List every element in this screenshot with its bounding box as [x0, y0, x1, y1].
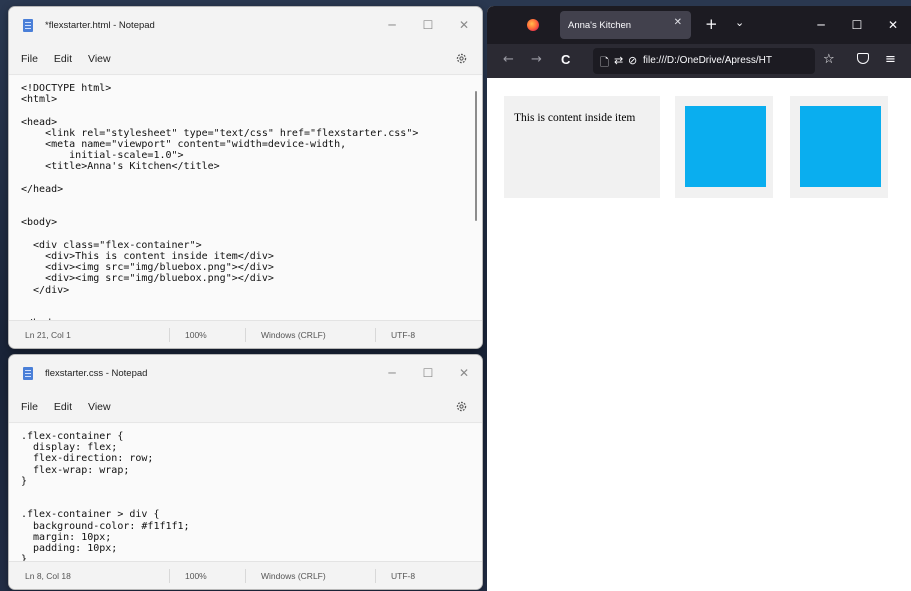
- maximize-icon[interactable]: ☐: [839, 6, 875, 44]
- window-title: *flexstarter.html - Notepad: [45, 19, 155, 31]
- cursor-position: Ln 21, Col 1: [25, 330, 71, 340]
- permissions-icon[interactable]: ⇄: [614, 54, 623, 67]
- close-icon[interactable]: ✕: [446, 7, 482, 43]
- menu-view[interactable]: View: [80, 53, 119, 65]
- tab-close-icon[interactable]: ✕: [674, 17, 682, 28]
- page-icon: 🗋: [600, 56, 609, 69]
- page-viewport: This is content inside item: [487, 78, 911, 591]
- firefox-logo-icon[interactable]: [527, 19, 539, 31]
- firefox-window: Anna's Kitchen ✕ + ⌄ ─ ☐ ✕ ← → C 🗋 ⇄ ⊘ f…: [487, 6, 911, 591]
- zoom-level: 100%: [185, 330, 207, 340]
- item-text: This is content inside item: [514, 112, 636, 124]
- text-editor[interactable]: .flex-container { display: flex; flex-di…: [9, 424, 482, 565]
- window-title: flexstarter.css - Notepad: [45, 367, 148, 379]
- minimize-icon[interactable]: ─: [803, 6, 839, 44]
- line-ending: Windows (CRLF): [261, 330, 326, 340]
- status-bar: Ln 8, Col 18 100% Windows (CRLF) UTF-8: [9, 561, 482, 589]
- cursor-position: Ln 8, Col 18: [25, 571, 71, 581]
- notepad-app-icon: [23, 366, 33, 380]
- window-controls: ─ ☐ ✕: [374, 7, 482, 43]
- url-bar[interactable]: 🗋 ⇄ ⊘ file:///D:/OneDrive/Apress/HT: [593, 48, 815, 74]
- tab-strip: Anna's Kitchen ✕ + ⌄ ─ ☐ ✕: [487, 6, 911, 44]
- status-divider: [169, 328, 170, 342]
- reload-icon[interactable]: C: [561, 52, 570, 67]
- menu-view[interactable]: View: [80, 401, 119, 413]
- notepad-html-window: *flexstarter.html - Notepad ─ ☐ ✕ File E…: [8, 6, 483, 349]
- tab-annas-kitchen[interactable]: Anna's Kitchen ✕: [560, 11, 691, 39]
- settings-gear-icon[interactable]: [455, 52, 468, 65]
- url-text[interactable]: file:///D:/OneDrive/Apress/HT: [643, 55, 772, 66]
- navigation-toolbar: ← → C 🗋 ⇄ ⊘ file:///D:/OneDrive/Apress/H…: [487, 44, 911, 78]
- window-controls: ─ ☐ ✕: [803, 6, 911, 44]
- status-divider: [375, 328, 376, 342]
- title-bar: flexstarter.css - Notepad ─ ☐ ✕: [9, 355, 482, 391]
- tracking-protection-icon[interactable]: ⊘: [628, 54, 637, 67]
- tab-title: Anna's Kitchen: [568, 19, 632, 31]
- minimize-icon[interactable]: ─: [374, 7, 410, 43]
- line-ending: Windows (CRLF): [261, 571, 326, 581]
- flex-item-image: [675, 96, 773, 198]
- close-icon[interactable]: ✕: [875, 6, 911, 44]
- blue-box-image: [685, 106, 766, 187]
- minimize-icon[interactable]: ─: [374, 355, 410, 391]
- menu-file[interactable]: File: [13, 53, 46, 65]
- status-divider: [245, 328, 246, 342]
- status-divider: [169, 569, 170, 583]
- maximize-icon[interactable]: ☐: [410, 7, 446, 43]
- blue-box-image: [800, 106, 881, 187]
- settings-gear-icon[interactable]: [455, 400, 468, 413]
- status-divider: [375, 569, 376, 583]
- menu-bar: File Edit View: [9, 391, 482, 423]
- menu-file[interactable]: File: [13, 401, 46, 413]
- menu-edit[interactable]: Edit: [46, 53, 80, 65]
- new-tab-plus-icon[interactable]: +: [705, 15, 718, 33]
- pocket-icon[interactable]: [857, 53, 869, 64]
- editor-content[interactable]: .flex-container { display: flex; flex-di…: [21, 431, 470, 565]
- list-tabs-chevron-icon[interactable]: ⌄: [735, 16, 744, 29]
- text-editor[interactable]: <!DOCTYPE html> <html> <head> <link rel=…: [9, 76, 482, 329]
- editor-content[interactable]: <!DOCTYPE html> <html> <head> <link rel=…: [21, 83, 470, 329]
- notepad-css-window: flexstarter.css - Notepad ─ ☐ ✕ File Edi…: [8, 354, 483, 590]
- hamburger-menu-icon[interactable]: ≡: [885, 52, 896, 67]
- status-divider: [245, 569, 246, 583]
- status-bar: Ln 21, Col 1 100% Windows (CRLF) UTF-8: [9, 320, 482, 348]
- bookmark-star-icon[interactable]: ☆: [823, 52, 835, 67]
- back-arrow-icon[interactable]: ←: [503, 52, 514, 67]
- flex-item-text: This is content inside item: [504, 96, 660, 198]
- maximize-icon[interactable]: ☐: [410, 355, 446, 391]
- encoding: UTF-8: [391, 571, 416, 581]
- menu-edit[interactable]: Edit: [46, 401, 80, 413]
- close-icon[interactable]: ✕: [446, 355, 482, 391]
- vertical-scrollbar[interactable]: [475, 91, 477, 221]
- title-bar: *flexstarter.html - Notepad ─ ☐ ✕: [9, 7, 482, 43]
- flex-item-image: [790, 96, 888, 198]
- encoding: UTF-8: [391, 330, 416, 340]
- notepad-app-icon: [23, 18, 33, 32]
- forward-arrow-icon[interactable]: →: [531, 52, 542, 67]
- window-controls: ─ ☐ ✕: [374, 355, 482, 391]
- menu-bar: File Edit View: [9, 43, 482, 75]
- zoom-level: 100%: [185, 571, 207, 581]
